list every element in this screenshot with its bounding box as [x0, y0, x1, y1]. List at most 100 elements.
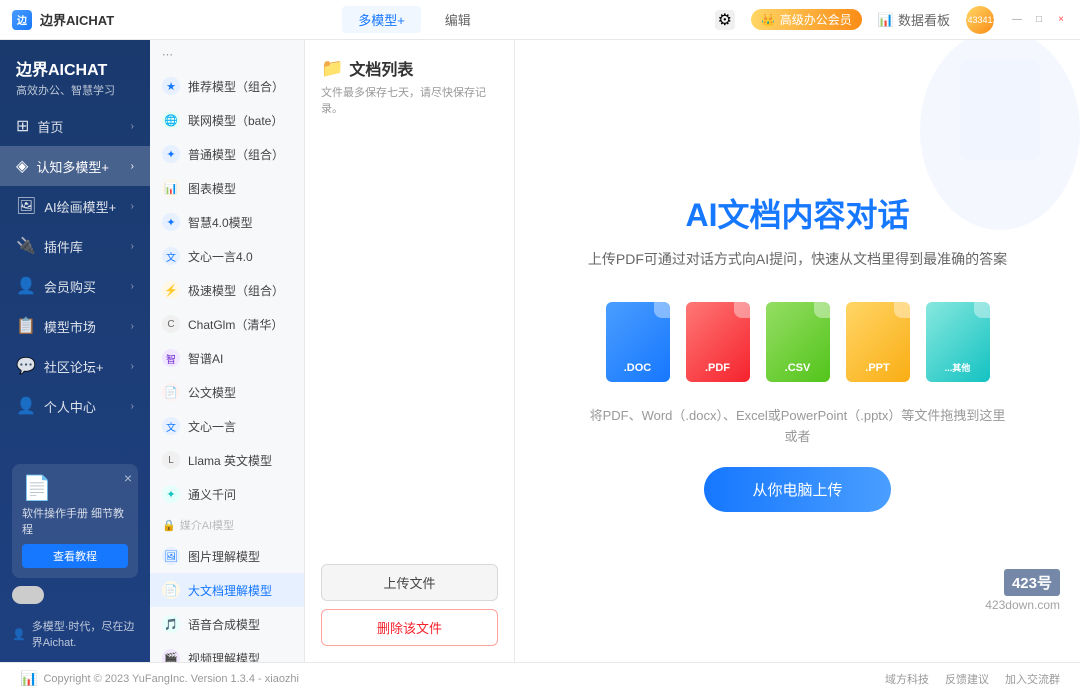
- profile-icon: 👤: [16, 396, 36, 416]
- window-controls: — □ ×: [1010, 13, 1068, 27]
- footer-link-company[interactable]: 域方科技: [885, 671, 929, 687]
- tts-icon: 🎵: [162, 615, 180, 633]
- model-item-common[interactable]: ✦ 普通模型（组合）: [150, 137, 304, 171]
- tutorial-card: × 📄 软件操作手册 细节教程 查看教程: [12, 464, 138, 578]
- sidebar-item-plugins[interactable]: 🔌 插件库 ›: [0, 226, 150, 266]
- sidebar-user-text: 👤 多模型·时代，尽在边界Aichat.: [12, 612, 138, 650]
- forum-label: 社区论坛+: [44, 357, 104, 376]
- wenxin4-icon: 文: [162, 247, 180, 265]
- close-button[interactable]: ×: [1054, 13, 1068, 27]
- brand-title: 边界AICHAT: [16, 56, 134, 80]
- chatglm-icon: C: [162, 315, 180, 333]
- sidebar-item-forum[interactable]: 💬 社区论坛+ ›: [0, 346, 150, 386]
- imgunderstand-icon: 🖼: [162, 547, 180, 565]
- model-item-llama[interactable]: L Llama 英文模型: [150, 443, 304, 477]
- model-item-official[interactable]: 📄 公文模型: [150, 375, 304, 409]
- chevron-icon: ›: [131, 401, 134, 412]
- user-avatar-small: 👤: [12, 628, 26, 641]
- tutorial-close-button[interactable]: ×: [124, 470, 132, 486]
- model-item-wenxin4[interactable]: 文 文心一言4.0: [150, 239, 304, 273]
- official-label: 公文模型: [188, 384, 236, 401]
- upload-file-button[interactable]: 上传文件: [321, 564, 498, 601]
- speed-label: 极速模型（组合）: [188, 282, 284, 299]
- tutorial-btn[interactable]: 查看教程: [22, 544, 128, 568]
- model-item-recommended[interactable]: ★ 推荐模型（组合）: [150, 69, 304, 103]
- tongyi-icon: ✦: [162, 485, 180, 503]
- title-bar-left: 边 边界AICHAT: [12, 10, 114, 30]
- wenxin-icon: 文: [162, 417, 180, 435]
- wenxin-label: 文心一言: [188, 418, 236, 435]
- model-item-tts[interactable]: 🎵 语音合成模型: [150, 607, 304, 641]
- sidebar-item-paint[interactable]: 🖼 AI绘画模型+ ›: [0, 186, 150, 226]
- model-item-wenxin[interactable]: 文 文心一言: [150, 409, 304, 443]
- plugins-icon: 🔌: [16, 236, 36, 256]
- tutorial-text: 软件操作手册 细节教程: [22, 507, 128, 538]
- market-icon: 📋: [16, 316, 36, 336]
- delete-file-button[interactable]: 删除该文件: [321, 609, 498, 646]
- file-icon-csv: .CSV: [766, 302, 830, 382]
- sidebar-item-multimodel[interactable]: ◈ 认知多模型+ ›: [0, 146, 150, 186]
- doc-panel-title: 📁 文档列表: [321, 56, 498, 80]
- dark-mode-switch[interactable]: [12, 586, 44, 604]
- sidebar-item-profile[interactable]: 👤 个人中心 ›: [0, 386, 150, 426]
- sidebar-item-home[interactable]: ⊞ 首页 ›: [0, 106, 150, 146]
- llama-icon: L: [162, 451, 180, 469]
- sidebar-item-membership[interactable]: 👤 会员购买 ›: [0, 266, 150, 306]
- home-icon: ⊞: [16, 116, 29, 136]
- file-icon-doc: .DOC: [606, 302, 670, 382]
- brand: 边界AICHAT 高效办公、智慧学习: [0, 40, 150, 106]
- footer-chart-icon: 📊: [20, 670, 37, 687]
- chevron-icon: ›: [131, 161, 134, 172]
- official-icon: 📄: [162, 383, 180, 401]
- model-item-smart40[interactable]: ✦ 智慧4.0模型: [150, 205, 304, 239]
- chevron-icon: ›: [131, 121, 134, 132]
- upload-from-pc-button[interactable]: 从你电脑上传: [704, 467, 890, 512]
- preview-title: AI文档内容对话: [685, 190, 909, 236]
- model-sidebar: ⋯ ★ 推荐模型（组合） 🌐 联网模型（bate） ✦ 普通模型（组合） 📊 图…: [150, 40, 305, 662]
- app-logo: 边: [12, 10, 32, 30]
- vip-badge[interactable]: 👑 高级办公会员: [751, 9, 862, 30]
- network-label: 联网模型（bate）: [188, 112, 283, 129]
- model-item-docconvert[interactable]: 📄 大文档理解模型: [150, 573, 304, 607]
- file-icons: .DOC .PDF .CSV .PPT ...其他: [606, 302, 990, 382]
- model-item-imgunderstand[interactable]: 🖼 图片理解模型: [150, 539, 304, 573]
- model-item-chatglm[interactable]: C ChatGlm（清华）: [150, 307, 304, 341]
- footer-copyright: 📊 Copyright © 2023 YuFangInc. Version 1.…: [20, 670, 299, 687]
- model-item-network[interactable]: 🌐 联网模型（bate）: [150, 103, 304, 137]
- model-item-chart[interactable]: 📊 图表模型: [150, 171, 304, 205]
- plugins-label: 插件库: [44, 237, 83, 256]
- tab-edit[interactable]: 编辑: [429, 6, 487, 33]
- settings-icon[interactable]: ⚙: [715, 10, 735, 30]
- market-label: 模型市场: [44, 317, 96, 336]
- tongyi-label: 通义千问: [188, 486, 236, 503]
- crown-icon: 👑: [761, 13, 776, 27]
- footer-link-feedback[interactable]: 反馈建议: [945, 671, 989, 687]
- chevron-icon: ›: [131, 361, 134, 372]
- doc-actions: 上传文件 删除该文件: [321, 548, 498, 646]
- model-item-zhiai[interactable]: 智 智谱AI: [150, 341, 304, 375]
- chart-model-label: 图表模型: [188, 180, 236, 197]
- chevron-icon: ›: [131, 321, 134, 332]
- docconvert-label: 大文档理解模型: [188, 582, 272, 599]
- sidebar-item-market[interactable]: 📋 模型市场 ›: [0, 306, 150, 346]
- doc-panel-subtitle: 文件最多保存七天，请尽快保存记录。: [321, 84, 498, 116]
- tutorial-icon: 📄: [22, 474, 128, 503]
- footer-link-community[interactable]: 加入交流群: [1005, 671, 1060, 687]
- maximize-button[interactable]: □: [1032, 13, 1046, 27]
- doc-panel-title-text: 文档列表: [349, 56, 413, 80]
- avatar: 674334133: [966, 6, 994, 34]
- model-item-tongyi[interactable]: ✦ 通义千问: [150, 477, 304, 511]
- common-label: 普通模型（组合）: [188, 146, 284, 163]
- folder-icon: 📁: [321, 58, 343, 79]
- model-item-videounderstand[interactable]: 🎬 视频理解模型: [150, 641, 304, 662]
- app-title-text: 边界AICHAT: [40, 10, 114, 29]
- paint-icon: 🖼: [16, 196, 36, 216]
- model-item-speed[interactable]: ⚡ 极速模型（组合）: [150, 273, 304, 307]
- preview-panel: AI文档内容对话 上传PDF可通过对话方式向AI提问，快速从文档里得到最准确的答…: [515, 40, 1080, 662]
- minimize-button[interactable]: —: [1010, 13, 1024, 27]
- drop-text: 将PDF、Word（.docx）、Excel或PowerPoint（.pptx）…: [590, 406, 1006, 448]
- data-panel-btn[interactable]: 📊 数据看板: [878, 10, 950, 29]
- tab-multimodel[interactable]: 多模型+: [342, 6, 421, 33]
- user-info[interactable]: 674334133: [966, 6, 994, 34]
- sidebar-bottom-text: 多模型·时代，尽在边界Aichat.: [32, 618, 138, 650]
